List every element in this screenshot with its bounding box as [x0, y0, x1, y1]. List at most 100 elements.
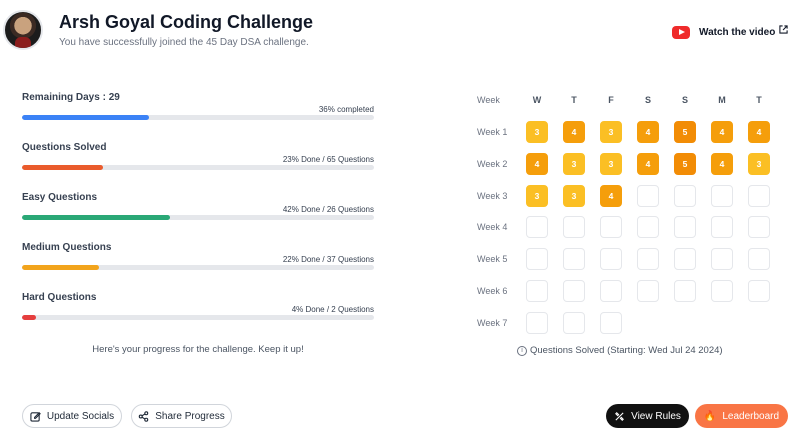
- metric-status: 23% Done / 65 Questions: [282, 155, 374, 164]
- leaderboard-label: Leaderboard: [722, 410, 780, 422]
- calendar-cell[interactable]: [526, 216, 548, 238]
- calendar-cell[interactable]: 3: [600, 121, 622, 143]
- calendar-cell[interactable]: 5: [674, 153, 696, 175]
- calendar-cell[interactable]: 3: [748, 153, 770, 175]
- calendar-cell[interactable]: [748, 248, 770, 270]
- calendar-cell[interactable]: [748, 280, 770, 302]
- week-label: Week 5: [477, 254, 508, 264]
- calendar-cell[interactable]: [748, 185, 770, 207]
- page-subtitle: You have successfully joined the 45 Day …: [59, 37, 309, 48]
- day-header: T: [756, 95, 762, 105]
- remaining-days-status: 36% completed: [318, 105, 374, 114]
- info-icon: i: [517, 345, 527, 356]
- calendar-cell[interactable]: [637, 216, 659, 238]
- calendar-cell[interactable]: [600, 280, 622, 302]
- watch-video-label: Watch the video: [699, 26, 776, 38]
- calendar-cell[interactable]: 3: [563, 153, 585, 175]
- calendar-cell[interactable]: [711, 185, 733, 207]
- metric-label: Easy Questions: [22, 192, 98, 203]
- calendar-cell[interactable]: [600, 312, 622, 334]
- view-rules-button[interactable]: View Rules: [606, 404, 689, 428]
- progress-bar-fill: [22, 215, 170, 220]
- calendar-cell[interactable]: [637, 185, 659, 207]
- calendar-cell[interactable]: [711, 216, 733, 238]
- calendar-cell[interactable]: 4: [711, 153, 733, 175]
- calendar-cell[interactable]: [711, 280, 733, 302]
- calendar-cell[interactable]: [748, 216, 770, 238]
- calendar-cell[interactable]: [563, 280, 585, 302]
- encouragement-text: Here's your progress for the challenge. …: [92, 344, 304, 355]
- calendar-cell[interactable]: [526, 248, 548, 270]
- day-header: S: [644, 95, 651, 105]
- calendar-caption-text: Questions Solved (Starting: Wed Jul 24 2…: [530, 345, 723, 356]
- calendar-cell[interactable]: 5: [674, 121, 696, 143]
- calendar-cell[interactable]: [526, 312, 548, 334]
- avatar: [3, 10, 43, 50]
- calendar-cell[interactable]: [674, 248, 696, 270]
- page-title: Arsh Goyal Coding Challenge: [59, 12, 314, 32]
- edit-icon: [30, 411, 41, 422]
- calendar-cell[interactable]: [600, 248, 622, 270]
- calendar-cell[interactable]: 4: [563, 121, 585, 143]
- calendar-cell[interactable]: [637, 248, 659, 270]
- calendar-cell[interactable]: [674, 280, 696, 302]
- day-header: S: [681, 95, 688, 105]
- calendar-cell[interactable]: 4: [637, 121, 659, 143]
- week-label: Week 6: [477, 286, 508, 296]
- calendar-cell[interactable]: 3: [600, 153, 622, 175]
- calendar-cell[interactable]: 4: [526, 153, 548, 175]
- progress-bar: [22, 215, 374, 220]
- calendar-cell[interactable]: [637, 280, 659, 302]
- watch-video-link[interactable]: Watch the video: [672, 24, 788, 39]
- metric-label: Questions Solved: [22, 142, 107, 153]
- fire-icon: 🔥: [703, 410, 717, 422]
- calendar-cell[interactable]: 3: [563, 185, 585, 207]
- calendar-cell[interactable]: [711, 248, 733, 270]
- update-socials-button[interactable]: Update Socials: [22, 404, 122, 428]
- medium-questions-metric: Medium Questions 22% Done / 37 Questions: [22, 242, 374, 282]
- metric-status: 42% Done / 26 Questions: [282, 205, 374, 214]
- calendar-cell[interactable]: 4: [711, 121, 733, 143]
- calendar-cell[interactable]: [600, 216, 622, 238]
- share-icon: [138, 410, 149, 422]
- week-label: Week 2: [477, 159, 508, 169]
- progress-bar-fill: [22, 265, 100, 270]
- share-progress-label: Share Progress: [155, 410, 225, 422]
- week-label: Week 4: [477, 222, 508, 232]
- update-socials-label: Update Socials: [46, 410, 115, 422]
- calendar-cell[interactable]: 4: [637, 153, 659, 175]
- leaderboard-button[interactable]: 🔥 Leaderboard: [695, 404, 788, 428]
- calendar-cell[interactable]: [563, 216, 585, 238]
- view-rules-label: View Rules: [631, 410, 681, 422]
- easy-questions-metric: Easy Questions 42% Done / 26 Questions: [22, 192, 374, 232]
- calendar-cell[interactable]: 3: [526, 121, 548, 143]
- day-header: F: [608, 95, 614, 105]
- questions-solved-metric: Questions Solved 23% Done / 65 Questions: [22, 142, 374, 182]
- progress-bar-fill: [22, 165, 103, 170]
- calendar-cell[interactable]: 3: [526, 185, 548, 207]
- metric-status: 22% Done / 37 Questions: [282, 255, 374, 264]
- calendar-cell[interactable]: [674, 185, 696, 207]
- youtube-icon: [672, 25, 690, 39]
- share-progress-button[interactable]: Share Progress: [131, 404, 232, 428]
- calendar-cell[interactable]: [563, 248, 585, 270]
- remaining-days-metric: Remaining Days : 29 36% completed: [22, 92, 374, 132]
- external-link-icon: [779, 24, 788, 34]
- rules-icon: [615, 411, 625, 421]
- calendar-cell[interactable]: [563, 312, 585, 334]
- calendar-cell[interactable]: [526, 280, 548, 302]
- progress-bar: [22, 315, 374, 320]
- remaining-days-bar: [22, 115, 374, 120]
- progress-bar: [22, 165, 374, 170]
- metric-label: Hard Questions: [22, 292, 97, 303]
- calendar-caption: i Questions Solved (Starting: Wed Jul 24…: [517, 345, 723, 356]
- calendar-cell[interactable]: 4: [600, 185, 622, 207]
- week-label: Week 1: [477, 127, 508, 137]
- calendar-cell[interactable]: 4: [748, 121, 770, 143]
- day-header: W: [532, 95, 542, 105]
- metric-label: Medium Questions: [22, 242, 112, 253]
- day-header: T: [571, 95, 577, 105]
- calendar-cell[interactable]: [674, 216, 696, 238]
- progress-bar-fill: [22, 315, 37, 320]
- hard-questions-metric: Hard Questions 4% Done / 2 Questions: [22, 292, 374, 332]
